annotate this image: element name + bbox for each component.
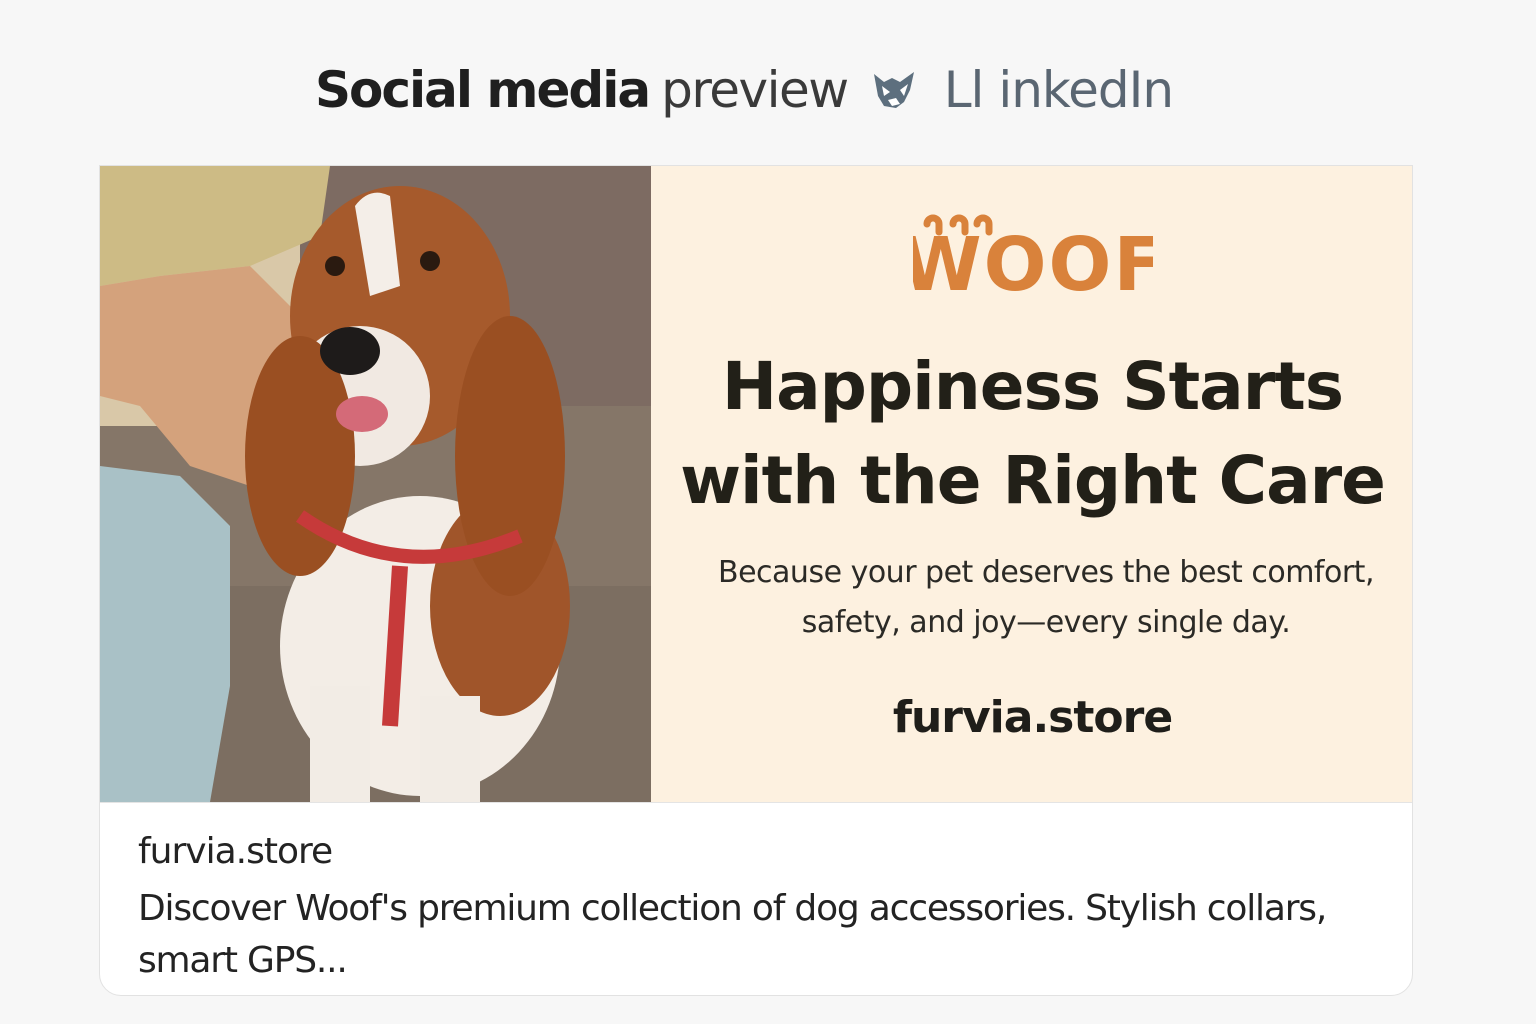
brand-logo-text: WOOF [913, 222, 1153, 300]
description-line-1: Discover Woof's premium collection of do… [138, 888, 1327, 929]
preview-header: Social media preview Ll inkedIn [0, 52, 1512, 128]
woof-logo: WOOF [651, 204, 1412, 300]
cat-mascot-icon [870, 68, 918, 112]
subtext-line-2: safety, and joy—every single day. [801, 605, 1291, 640]
promo-subtext: Because your pet deserves the best comfo… [691, 548, 1401, 648]
headline-line-1: Happiness Starts [721, 348, 1344, 425]
promo-panel: WOOF Happiness Starts with the Right Car… [651, 166, 1412, 802]
link-preview-card[interactable]: WOOF Happiness Starts with the Right Car… [99, 165, 1413, 996]
header-title-light: preview [661, 61, 849, 119]
headline-line-2: with the Right Care [680, 442, 1386, 519]
header-title-bold: Social media [314, 61, 651, 119]
description-line-2: smart GPS... [138, 940, 348, 981]
link-preview-footer[interactable]: furvia.store Discover Woof's premium col… [100, 802, 1412, 995]
link-description: Discover Woof's premium collection of do… [138, 883, 1376, 987]
preview-banner-image: WOOF Happiness Starts with the Right Car… [100, 166, 1412, 802]
platform-name[interactable]: Ll inkedIn [944, 61, 1174, 119]
promo-headline: Happiness Starts with the Right Care [651, 340, 1412, 528]
subtext-line-1: Because your pet deserves the best comfo… [718, 555, 1374, 590]
basset-hound-photo [100, 166, 651, 802]
link-domain[interactable]: furvia.store [138, 827, 1376, 877]
promo-url: furvia.store [892, 692, 1173, 743]
